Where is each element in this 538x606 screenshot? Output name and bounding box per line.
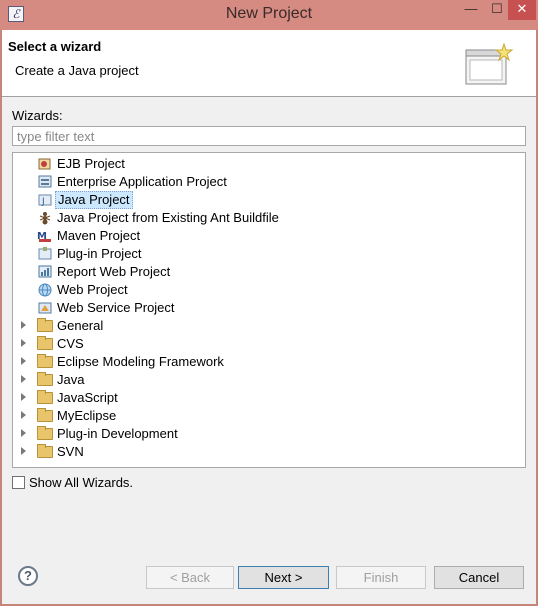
expand-arrow-icon[interactable] — [21, 447, 26, 455]
tree-item-label: JavaScript — [57, 390, 118, 405]
tree-item-label: Java Project from Existing Ant Buildfile — [57, 210, 279, 225]
wizard-banner: Select a wizard Create a Java project — [2, 30, 536, 97]
tree-item-maven-project[interactable]: M Maven Project — [13, 227, 525, 245]
expand-arrow-icon[interactable] — [21, 321, 26, 329]
folder-icon — [37, 336, 53, 350]
expand-arrow-icon[interactable] — [21, 429, 26, 437]
expand-arrow-icon[interactable] — [21, 375, 26, 383]
back-button[interactable]: < Back — [146, 566, 234, 589]
tree-item-label: Plug-in Project — [57, 246, 142, 261]
tree-item-label: Web Service Project — [57, 300, 175, 315]
tree-item-label: Web Project — [57, 282, 128, 297]
tree-item-label: EJB Project — [57, 156, 125, 171]
tree-item-label: Java — [57, 372, 85, 387]
maven-icon: M — [37, 231, 51, 242]
help-icon[interactable]: ? — [18, 566, 38, 586]
folder-icon — [37, 408, 53, 422]
filter-input[interactable] — [12, 126, 526, 146]
finish-button[interactable]: Finish — [336, 566, 426, 589]
tree-item-plugin-project[interactable]: Plug-in Project — [13, 245, 525, 263]
title-bar[interactable]: ℰ New Project — ☐ ✕ — [0, 0, 538, 30]
ejb-project-icon — [38, 158, 51, 170]
tree-item-report-web-project[interactable]: Report Web Project — [13, 263, 525, 281]
expand-arrow-icon[interactable] — [21, 339, 26, 347]
web-service-icon — [38, 302, 52, 314]
tree-category-myeclipse[interactable]: MyEclipse — [13, 407, 525, 425]
tree-category-java[interactable]: Java — [13, 371, 525, 389]
show-all-wizards-label: Show All Wizards. — [29, 475, 134, 490]
tree-item-java-project[interactable]: J Java Project — [13, 191, 525, 209]
tree-item-web-project[interactable]: Web Project — [13, 281, 525, 299]
show-all-wizards-checkbox[interactable] — [12, 476, 25, 489]
tree-item-label: Maven Project — [57, 228, 141, 243]
tree-item-label: Report Web Project — [57, 264, 171, 279]
cancel-button[interactable]: Cancel — [434, 566, 524, 589]
folder-icon — [37, 354, 53, 368]
plugin-project-icon — [38, 247, 52, 260]
tree-category-plugin-development[interactable]: Plug-in Development — [13, 425, 525, 443]
tree-category-svn[interactable]: SVN — [13, 443, 525, 461]
folder-icon — [37, 372, 53, 386]
close-button[interactable]: ✕ — [508, 0, 536, 20]
tree-item-ejb-project[interactable]: EJB Project — [13, 155, 525, 173]
new-project-dialog: ℰ New Project — ☐ ✕ Select a wizard Crea… — [0, 0, 538, 606]
expand-arrow-icon[interactable] — [21, 357, 26, 365]
banner-title: Select a wizard — [8, 39, 102, 54]
svg-text:J: J — [41, 197, 45, 207]
expand-arrow-icon[interactable] — [21, 393, 26, 401]
tree-item-web-service-project[interactable]: Web Service Project — [13, 299, 525, 317]
tree-item-java-project-from-ant[interactable]: Java Project from Existing Ant Buildfile — [13, 209, 525, 227]
expand-arrow-icon[interactable] — [21, 411, 26, 419]
tree-item-label: General — [57, 318, 104, 333]
tree-item-label: Plug-in Development — [57, 426, 178, 441]
tree-item-label: Java Project — [55, 191, 133, 209]
tree-category-eclipse-modeling-framework[interactable]: Eclipse Modeling Framework — [13, 353, 525, 371]
folder-icon — [37, 426, 53, 440]
tree-item-label: MyEclipse — [57, 408, 117, 423]
minimize-button[interactable]: — — [458, 0, 484, 20]
enterprise-project-icon — [38, 175, 52, 188]
folder-icon — [37, 444, 53, 458]
web-project-icon — [38, 283, 52, 297]
banner-subtitle: Create a Java project — [15, 63, 139, 78]
tree-category-general[interactable]: General — [13, 317, 525, 335]
tree-item-enterprise-application-project[interactable]: Enterprise Application Project — [13, 173, 525, 191]
folder-icon — [37, 390, 53, 404]
tree-item-label: SVN — [57, 444, 84, 459]
wizards-label: Wizards: — [12, 108, 63, 123]
report-web-icon — [38, 265, 52, 278]
dialog-body: Select a wizard Create a Java project Wi… — [2, 30, 536, 604]
tree-item-label: Eclipse Modeling Framework — [57, 354, 224, 369]
folder-icon — [37, 318, 53, 332]
ant-icon — [39, 212, 51, 225]
tree-category-javascript[interactable]: JavaScript — [13, 389, 525, 407]
java-project-icon: J — [38, 194, 52, 207]
tree-item-label: Enterprise Application Project — [57, 174, 227, 189]
maximize-button[interactable]: ☐ — [484, 0, 510, 20]
tree-category-cvs[interactable]: CVS — [13, 335, 525, 353]
wizard-tree[interactable]: EJB Project Enterprise Application Proje… — [12, 152, 526, 468]
new-window-wizard-icon — [465, 42, 514, 85]
tree-item-label: CVS — [57, 336, 84, 351]
next-button[interactable]: Next > — [238, 566, 329, 589]
